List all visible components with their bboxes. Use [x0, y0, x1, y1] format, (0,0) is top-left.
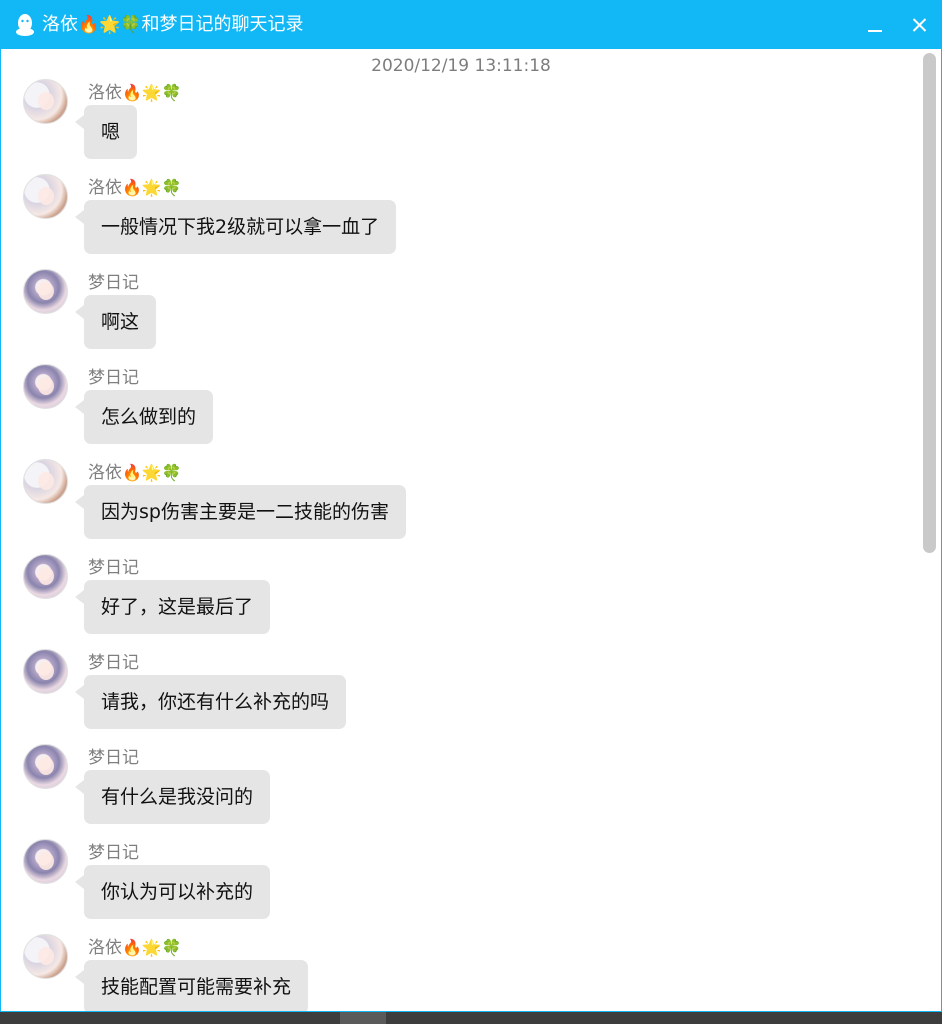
message-item: 洛依🔥🌟🍀 技能配置可能需要补充 — [1, 934, 901, 1011]
message-item: 梦日记 好了，这是最后了 — [1, 554, 901, 644]
sender-name-text: 梦日记 — [88, 273, 139, 293]
message-item: 梦日记 你认为可以补充的 — [1, 839, 901, 929]
sender-emojis: 🔥🌟🍀 — [122, 178, 182, 197]
message-bubble[interactable]: 一般情况下我2级就可以拿一血了 — [74, 200, 397, 254]
sender-avatar[interactable] — [23, 364, 68, 409]
message-bubble[interactable]: 技能配置可能需要补充 — [74, 960, 309, 1011]
sender-name-text: 梦日记 — [88, 653, 139, 673]
message-item: 梦日记 请我，你还有什么补充的吗 — [1, 649, 901, 739]
sender-avatar[interactable] — [23, 554, 68, 599]
scrollbar[interactable] — [923, 53, 936, 1011]
close-button[interactable] — [903, 9, 935, 41]
sender-name-text: 洛依 — [88, 938, 122, 958]
taskbar — [0, 1012, 942, 1024]
sender-avatar[interactable] — [23, 459, 68, 504]
sender-emojis: 🔥🌟🍀 — [122, 83, 182, 102]
sender-name: 梦日记 — [88, 747, 139, 769]
sender-avatar[interactable] — [23, 934, 68, 979]
sender-name: 洛依🔥🌟🍀 — [88, 177, 182, 199]
sender-avatar[interactable] — [23, 79, 68, 124]
taskbar-item[interactable] — [340, 1012, 386, 1024]
message-item: 洛依🔥🌟🍀 嗯 — [1, 79, 901, 169]
message-bubble[interactable]: 啊这 — [74, 295, 157, 349]
title-suffix: 和梦日记的聊天记录 — [141, 14, 304, 35]
message-bubble[interactable]: 有什么是我没问的 — [74, 770, 271, 824]
window-title: 洛依🔥🌟🍀和梦日记的聊天记录 — [42, 14, 304, 36]
message-list[interactable]: 2020/12/19 13:11:18 洛依🔥🌟🍀 嗯洛依🔥🌟🍀 一般情况下我2级就… — [1, 49, 941, 1011]
sender-name: 梦日记 — [88, 557, 139, 579]
message-bubble[interactable]: 因为sp伤害主要是一二技能的伤害 — [75, 485, 406, 539]
chat-history-window: 洛依🔥🌟🍀和梦日记的聊天记录 2020/12/19 13:11:18 洛依🔥🌟🍀… — [0, 0, 942, 1012]
message-item: 洛依🔥🌟🍀 因为sp伤害主要是一二技能的伤害 — [1, 459, 901, 549]
message-item: 梦日记 有什么是我没问的 — [1, 744, 901, 834]
sender-name: 梦日记 — [88, 272, 139, 294]
sender-name: 洛依🔥🌟🍀 — [88, 937, 182, 959]
sender-name-text: 梦日记 — [88, 748, 139, 768]
message-item: 洛依🔥🌟🍀 一般情况下我2级就可以拿一血了 — [1, 174, 901, 264]
sender-avatar[interactable] — [23, 744, 68, 789]
message-item: 梦日记 怎么做到的 — [1, 364, 901, 454]
sender-name-text: 梦日记 — [88, 558, 139, 578]
sender-avatar[interactable] — [23, 269, 68, 314]
message-bubble[interactable]: 怎么做到的 — [74, 390, 214, 444]
sender-avatar[interactable] — [23, 649, 68, 694]
qq-penguin-icon — [16, 14, 34, 36]
message-timestamp: 2020/12/19 13:11:18 — [371, 56, 551, 76]
sender-name: 洛依🔥🌟🍀 — [88, 462, 182, 484]
sender-name: 梦日记 — [88, 367, 139, 389]
sender-emojis: 🔥🌟🍀 — [122, 938, 182, 957]
message-item: 梦日记 啊这 — [1, 269, 901, 359]
sender-name: 梦日记 — [88, 652, 139, 674]
message-bubble[interactable]: 请我，你还有什么补充的吗 — [74, 675, 347, 729]
sender-name-text: 洛依 — [88, 178, 122, 198]
sender-name-text: 洛依 — [88, 83, 122, 103]
sender-emojis: 🔥🌟🍀 — [122, 463, 182, 482]
sender-name-text: 梦日记 — [88, 368, 139, 388]
sender-name-text: 洛依 — [88, 463, 122, 483]
sender-name: 洛依🔥🌟🍀 — [88, 82, 182, 104]
sender-avatar[interactable] — [23, 174, 68, 219]
title-bar[interactable]: 洛依🔥🌟🍀和梦日记的聊天记录 — [1, 1, 941, 49]
message-bubble[interactable]: 你认为可以补充的 — [74, 865, 271, 919]
message-bubble[interactable]: 好了，这是最后了 — [74, 580, 271, 634]
sender-name-text: 梦日记 — [88, 843, 139, 863]
sender-name: 梦日记 — [88, 842, 139, 864]
title-contact-name: 洛依 — [42, 14, 78, 35]
title-emojis: 🔥🌟🍀 — [78, 15, 142, 35]
message-bubble[interactable]: 嗯 — [74, 105, 138, 159]
scrollbar-thumb[interactable] — [923, 53, 936, 553]
minimize-button[interactable] — [859, 9, 891, 41]
sender-avatar[interactable] — [23, 839, 68, 884]
